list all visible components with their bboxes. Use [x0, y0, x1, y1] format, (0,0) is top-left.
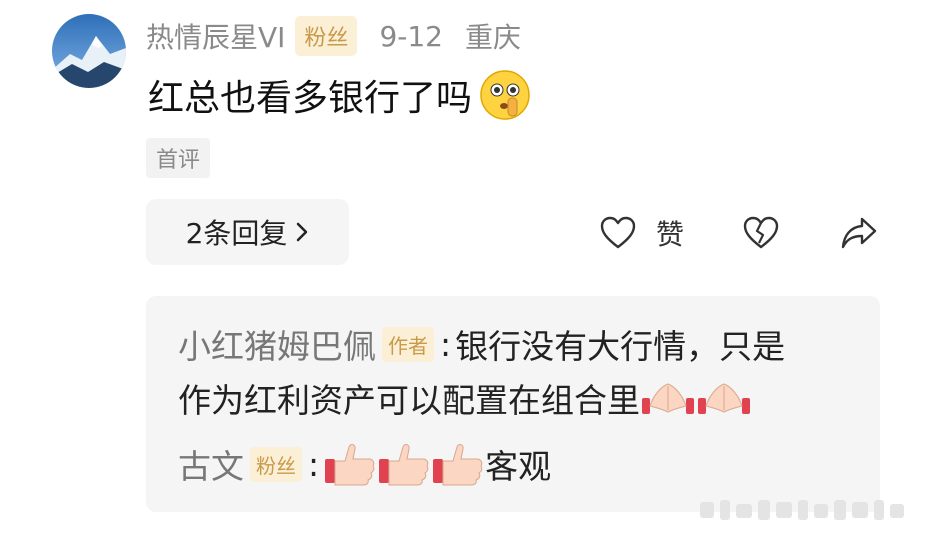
share-arrow-icon	[841, 217, 877, 249]
like-button[interactable]: 赞	[600, 210, 684, 256]
clap-emoji-icon	[698, 383, 750, 414]
fan-badge: 粉丝	[295, 16, 358, 56]
clap-emoji-icon	[642, 383, 694, 414]
thumbs-up-emoji-icon	[433, 444, 483, 486]
reply-text-line2: 作为红利资产可以配置在组合里	[178, 381, 640, 420]
watermark-graphic	[700, 500, 904, 520]
comment-date: 9-12	[379, 19, 443, 53]
reply-item-2[interactable]: 古文 粉丝 : 客观	[178, 440, 551, 488]
chevron-right-icon	[297, 222, 308, 242]
like-label: 赞	[656, 218, 685, 251]
comment-text: 红总也看多银行了吗	[148, 78, 473, 119]
author-tag: 作者	[382, 326, 434, 362]
username[interactable]: 热情辰星VI	[146, 16, 285, 56]
heart-icon	[600, 216, 636, 249]
reply-text: 客观	[485, 447, 552, 486]
reply-text-line1: 银行没有大行情，只是	[455, 327, 786, 366]
snow-mountain-icon	[52, 14, 126, 88]
reply-author[interactable]: 古文	[178, 440, 244, 488]
comment-header: 热情辰星VI 粉丝 9-12 重庆	[146, 14, 521, 58]
comment-location: 重庆	[464, 21, 521, 54]
broken-heart-icon	[743, 216, 779, 249]
replies-panel: 小红猪姆巴佩 作者 : 银行没有大行情，只是 作为红利资产可以配置在组合里 古文…	[146, 296, 880, 512]
thumbs-up-emoji-icon	[379, 444, 429, 486]
replies-count-label: 2条回复	[185, 217, 288, 250]
comment-body: 红总也看多银行了吗	[148, 68, 532, 122]
thumbs-up-emoji-icon	[325, 444, 375, 486]
fan-badge: 粉丝	[250, 446, 302, 482]
reply-colon: :	[308, 444, 320, 484]
shushing-face-emoji-icon	[480, 70, 530, 120]
reply-item-1-continuation: 作为红利资产可以配置在组合里	[178, 374, 752, 422]
view-replies-button[interactable]: 2条回复	[146, 199, 349, 265]
reply-colon: :	[440, 324, 452, 364]
reply-item-1[interactable]: 小红猪姆巴佩 作者 : 银行没有大行情，只是	[178, 320, 785, 368]
share-button[interactable]	[840, 210, 878, 256]
first-comment-tag: 首评	[146, 138, 211, 178]
dislike-button[interactable]	[743, 210, 779, 256]
avatar[interactable]	[52, 14, 126, 88]
reply-author[interactable]: 小红猪姆巴佩	[178, 320, 376, 368]
